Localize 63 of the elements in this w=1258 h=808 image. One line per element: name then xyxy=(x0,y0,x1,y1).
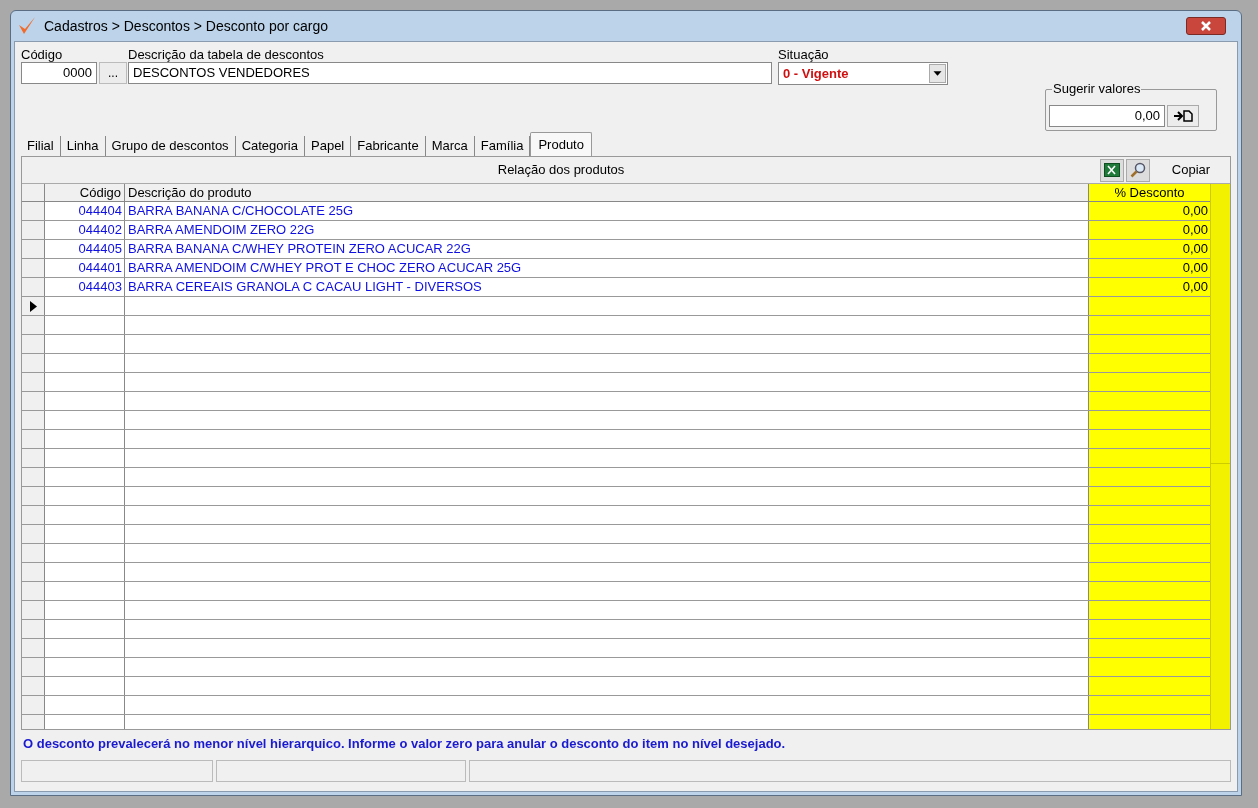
field-label: Código xyxy=(21,46,64,62)
row-header-cell[interactable] xyxy=(22,221,45,239)
column-header: Código xyxy=(45,184,125,201)
row-header-cell[interactable] xyxy=(22,297,45,315)
window-title: Cadastros > Descontos > Desconto por cargo xyxy=(44,16,329,36)
table-cell: 0,00 xyxy=(1089,278,1210,296)
lookup-button[interactable]: ... xyxy=(99,62,127,84)
row-header-cell[interactable] xyxy=(22,544,45,562)
column-header: % Desconto xyxy=(1089,184,1210,201)
current-row-icon xyxy=(29,300,37,312)
row-header-cell[interactable] xyxy=(22,430,45,448)
row-header-cell[interactable] xyxy=(22,335,45,353)
table-cell: 0,00 xyxy=(1089,240,1210,258)
close-button[interactable] xyxy=(1186,17,1226,35)
table-cell: 044402 xyxy=(45,221,125,239)
table-cell: 044403 xyxy=(45,278,125,296)
hint-text: O desconto prevalecerá no menor nível hierarquico. Informe o valor zero para anular o desconto do item no nível desejado. xyxy=(23,735,787,753)
row-header-cell[interactable] xyxy=(22,506,45,524)
row-header-cell[interactable] xyxy=(22,468,45,486)
row-header-cell[interactable] xyxy=(22,696,45,714)
search-icon xyxy=(1130,162,1146,178)
group-label: Sugerir valores xyxy=(1052,81,1142,97)
table-cell: 044405 xyxy=(45,240,125,258)
row-header-cell[interactable] xyxy=(22,563,45,581)
spreadsheet-icon xyxy=(1104,163,1120,177)
close-icon xyxy=(1201,21,1211,31)
field-label: Situação xyxy=(778,46,830,62)
field-label: Descrição da tabela de descontos xyxy=(128,46,325,62)
row-header-cell[interactable] xyxy=(22,715,45,729)
code-field[interactable]: 0000 xyxy=(21,62,97,84)
tab[interactable]: Produto xyxy=(530,132,592,156)
suggest-value-field[interactable]: 0,00 xyxy=(1049,105,1165,127)
row-header-cell[interactable] xyxy=(22,525,45,543)
row-header-cell[interactable] xyxy=(22,278,45,296)
description-field[interactable]: DESCONTOS VENDEDORES xyxy=(128,62,772,84)
table-cell: 044404 xyxy=(45,202,125,220)
table-cell: 0,00 xyxy=(1089,221,1210,239)
row-header-cell[interactable] xyxy=(22,677,45,695)
table-cell: 0,00 xyxy=(1089,259,1210,277)
row-header-cell[interactable] xyxy=(22,639,45,657)
row-header-cell[interactable] xyxy=(22,354,45,372)
row-header-cell[interactable] xyxy=(22,487,45,505)
row-header-cell[interactable] xyxy=(22,601,45,619)
row-header-cell[interactable] xyxy=(22,202,45,220)
table-cell: 044401 xyxy=(45,259,125,277)
table-cell: 0,00 xyxy=(1089,202,1210,220)
row-header-cell[interactable] xyxy=(22,373,45,391)
row-header-cell[interactable] xyxy=(22,316,45,334)
apply-button[interactable] xyxy=(1167,105,1199,127)
row-header-cell[interactable] xyxy=(22,620,45,638)
row-header-cell[interactable] xyxy=(22,582,45,600)
status-dropdown[interactable]: 0 - Vigente xyxy=(778,62,948,85)
scrollbar[interactable] xyxy=(1210,184,1230,729)
row-header-cell[interactable] xyxy=(22,392,45,410)
search-button[interactable] xyxy=(1126,158,1150,182)
excel-export-button[interactable] xyxy=(1100,158,1124,182)
row-header-cell[interactable] xyxy=(22,259,45,277)
grid-title: Relação dos produtos xyxy=(497,161,625,180)
row-header-cell[interactable] xyxy=(22,240,45,258)
row-header-cell[interactable] xyxy=(22,658,45,676)
row-header-cell[interactable] xyxy=(22,449,45,467)
arrow-to-page-icon xyxy=(1173,110,1193,122)
row-header-cell[interactable] xyxy=(22,411,45,429)
